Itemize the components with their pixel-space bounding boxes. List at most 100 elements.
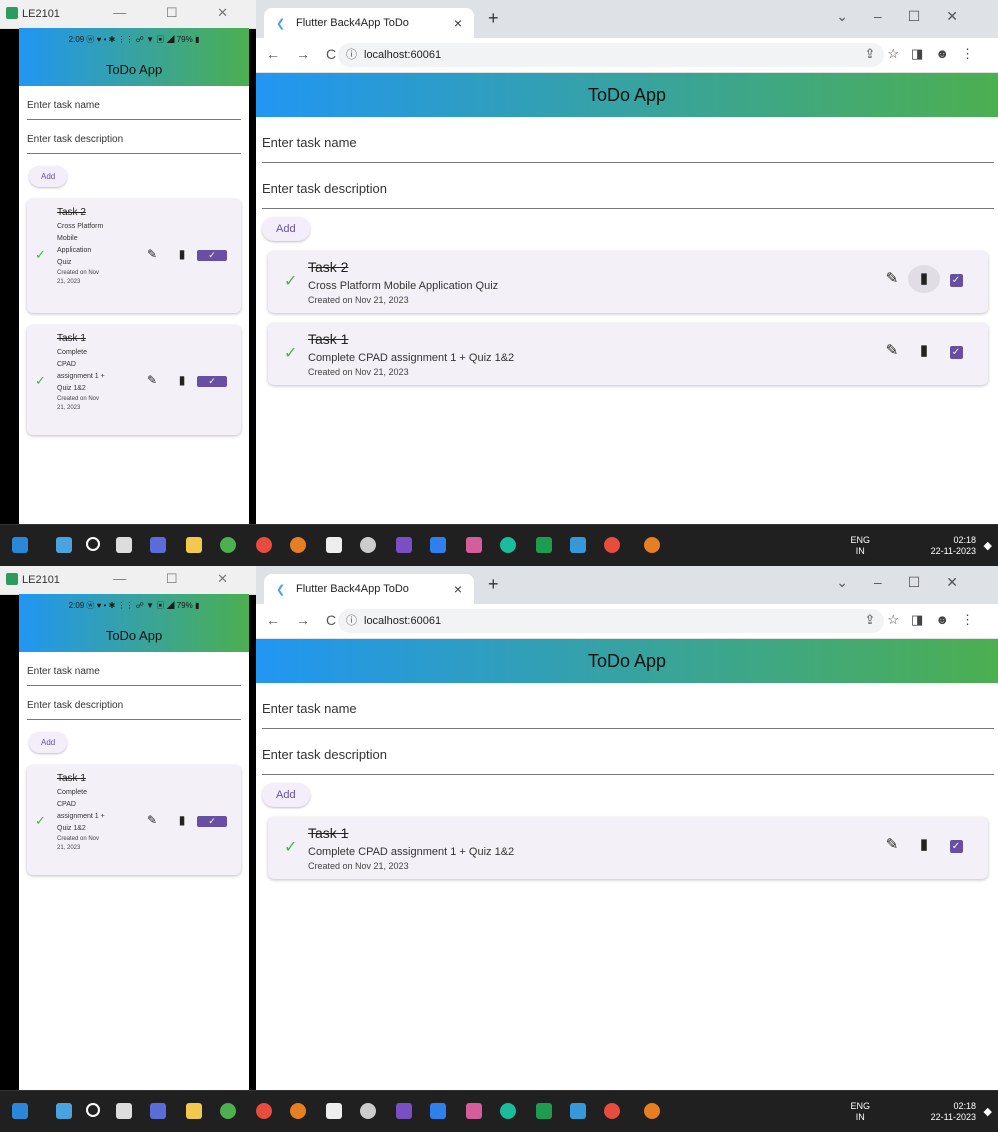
new-tab-icon[interactable]: + (488, 574, 499, 595)
close-tab-icon[interactable]: × (454, 15, 462, 31)
toolbar-icons[interactable]: ⇪☆◨☻⋮ (864, 612, 986, 628)
vscode-icon[interactable] (430, 1103, 446, 1119)
language-indicator[interactable]: ENG IN (850, 1101, 870, 1123)
chrome-profile-icon[interactable] (290, 1103, 306, 1119)
trash-icon[interactable]: ▮ (167, 373, 197, 387)
onenote-icon[interactable] (396, 537, 412, 553)
pycharm-icon[interactable] (536, 1103, 552, 1119)
browser-tab[interactable]: ❮ Flutter Back4App ToDo × (264, 574, 474, 604)
chrome-icon[interactable] (644, 1103, 660, 1119)
checkbox-checked-icon[interactable]: ✓ (197, 813, 227, 827)
folder-icon[interactable] (186, 1103, 202, 1119)
start-icon[interactable] (56, 1103, 72, 1119)
whatsapp-icon[interactable] (220, 537, 236, 553)
settings-icon[interactable] (360, 537, 376, 553)
file-icon[interactable] (326, 1103, 342, 1119)
task-description-input[interactable]: Enter task description (262, 729, 994, 775)
whatsapp-icon[interactable] (220, 1103, 236, 1119)
checkbox-checked-icon[interactable]: ✓ (197, 250, 227, 261)
tab-title: Flutter Back4App ToDo (296, 17, 409, 29)
trash-icon[interactable]: ▮ (908, 265, 940, 293)
clock[interactable]: 02:18 22-11-2023 (931, 1101, 976, 1123)
trash-icon[interactable]: ▮ (908, 835, 940, 853)
new-tab-icon[interactable]: + (488, 8, 499, 29)
phone-task-description-input[interactable]: Enter task description (27, 686, 241, 720)
search-icon[interactable] (86, 537, 100, 551)
pencil-icon[interactable]: ✎ (137, 373, 167, 387)
emulator-window-controls[interactable]: — ☐ ✕ (113, 5, 246, 21)
checkbox-checked-icon[interactable]: ✓ (949, 274, 963, 287)
notification-icon[interactable]: ◆ (984, 1105, 992, 1118)
checkbox-checked-icon[interactable]: ✓ (949, 840, 963, 853)
trash-icon[interactable]: ▮ (167, 247, 197, 261)
chrome-icon[interactable] (256, 537, 272, 553)
pencil-icon[interactable]: ✎ (137, 813, 167, 827)
app-icon[interactable] (570, 1103, 586, 1119)
app-icon[interactable] (12, 537, 28, 553)
powerpoint-icon[interactable] (604, 1103, 620, 1119)
edge-icon[interactable] (500, 537, 516, 553)
trash-icon[interactable]: ▮ (908, 341, 940, 359)
pencil-icon[interactable]: ✎ (876, 341, 908, 359)
task-description: Complete CPAD assignment 1 + Quiz 1&2 (308, 352, 515, 364)
chrome-profile-icon[interactable] (290, 537, 306, 553)
close-tab-icon[interactable]: × (454, 581, 462, 597)
vscode-icon[interactable] (430, 537, 446, 553)
checkbox-checked-icon[interactable]: ✓ (197, 247, 227, 261)
pencil-icon[interactable]: ✎ (137, 247, 167, 261)
phone-add-button[interactable]: Add (29, 732, 68, 753)
phone-task-description-input[interactable]: Enter task description (27, 120, 241, 154)
trash-icon[interactable]: ▮ (167, 813, 197, 827)
chrome-icon[interactable] (256, 1103, 272, 1119)
search-icon[interactable] (86, 1103, 100, 1117)
folder-icon[interactable] (186, 537, 202, 553)
app-icon[interactable] (466, 1103, 482, 1119)
chrome-icon[interactable] (644, 537, 660, 553)
task-view-icon[interactable] (116, 1103, 132, 1119)
toolbar-icons[interactable]: ⇪☆◨☻⋮ (864, 46, 986, 62)
powerpoint-icon[interactable] (604, 537, 620, 553)
checkbox-checked-icon[interactable]: ✓ (197, 376, 227, 387)
pencil-icon[interactable]: ✎ (876, 835, 908, 853)
start-icon[interactable] (56, 537, 72, 553)
pycharm-icon[interactable] (536, 537, 552, 553)
task-description-input[interactable]: Enter task description (262, 163, 994, 209)
checkbox-checked-icon[interactable]: ✓ (940, 270, 972, 287)
language-indicator[interactable]: ENG IN (850, 535, 870, 557)
pencil-icon[interactable]: ✎ (876, 269, 908, 287)
app-icon[interactable] (466, 537, 482, 553)
edge-icon[interactable] (500, 1103, 516, 1119)
add-button[interactable]: Add (262, 217, 310, 241)
phone-task-name-input[interactable]: Enter task name (27, 652, 241, 686)
window-controls[interactable]: ⌄–☐✕ (836, 574, 984, 591)
file-icon[interactable] (326, 537, 342, 553)
phone-task-desc-line: Quiz 1&2 (57, 385, 86, 392)
teams-icon[interactable] (150, 1103, 166, 1119)
phone-add-button[interactable]: Add (29, 166, 68, 187)
browser-tab[interactable]: ❮ Flutter Back4App ToDo × (264, 8, 474, 38)
url-field[interactable]: ⓘ localhost:60061 (338, 43, 884, 67)
emulator-window-controls[interactable]: — ☐ ✕ (113, 571, 246, 587)
checkbox-checked-icon[interactable]: ✓ (940, 836, 972, 853)
task-name-input[interactable]: Enter task name (262, 683, 994, 729)
teams-icon[interactable] (150, 537, 166, 553)
settings-icon[interactable] (360, 1103, 376, 1119)
task-view-icon[interactable] (116, 537, 132, 553)
task-name-input[interactable]: Enter task name (262, 117, 994, 163)
app-icon[interactable] (12, 1103, 28, 1119)
notification-icon[interactable]: ◆ (984, 539, 992, 552)
url-field[interactable]: ⓘ localhost:60061 (338, 609, 884, 633)
clock[interactable]: 02:18 22-11-2023 (931, 535, 976, 557)
add-button[interactable]: Add (262, 783, 310, 807)
app-icon[interactable] (570, 537, 586, 553)
checkbox-checked-icon[interactable]: ✓ (940, 342, 972, 359)
info-icon[interactable]: ⓘ (346, 43, 357, 67)
lang-bottom: IN (855, 1112, 865, 1122)
phone-task-name-input[interactable]: Enter task name (27, 86, 241, 120)
onenote-icon[interactable] (396, 1103, 412, 1119)
checkbox-checked-icon[interactable]: ✓ (949, 346, 963, 359)
checkbox-checked-icon[interactable]: ✓ (197, 816, 227, 827)
info-icon[interactable]: ⓘ (346, 609, 357, 633)
window-controls[interactable]: ⌄–☐✕ (836, 8, 984, 25)
checkbox-checked-icon[interactable]: ✓ (197, 373, 227, 387)
